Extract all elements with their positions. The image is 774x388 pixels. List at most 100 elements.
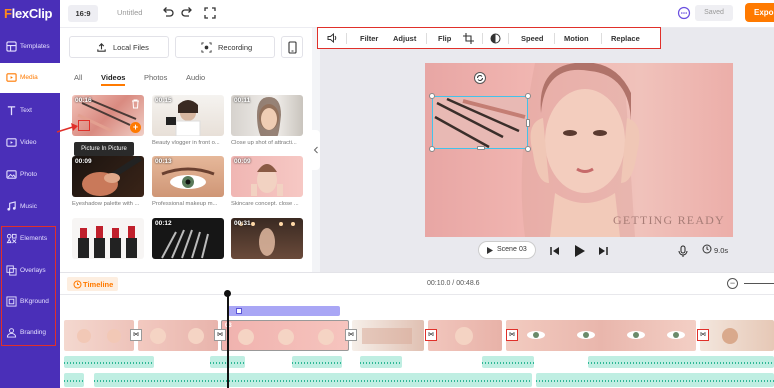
sidebar-item-video[interactable]: Video xyxy=(0,128,60,158)
audio-track[interactable] xyxy=(360,356,402,368)
timeline: Timeline 00:10.0 / 00:48.6 − 03 ⋈ ⋈ ⋈ ⋈ … xyxy=(60,272,774,388)
fullscreen-icon[interactable] xyxy=(203,6,217,20)
skip-back-icon[interactable] xyxy=(549,245,561,257)
toolbar-separator xyxy=(346,33,347,44)
opacity-icon[interactable] xyxy=(490,33,501,44)
video-clip[interactable] xyxy=(428,320,502,351)
aspect-ratio-button[interactable]: 16:9 xyxy=(68,5,98,22)
transition-button[interactable]: ⋈ xyxy=(506,329,518,341)
rotate-icon xyxy=(477,75,483,81)
video-preview[interactable]: GETTING READY xyxy=(425,63,733,237)
media-item[interactable]: 00:12 xyxy=(152,218,224,259)
sidebar-item-templates[interactable]: Templates xyxy=(0,32,60,62)
audio-track[interactable] xyxy=(292,356,342,368)
zoom-slider[interactable] xyxy=(744,283,774,284)
audio-track[interactable] xyxy=(94,373,532,387)
audio-track[interactable] xyxy=(536,373,774,387)
phone-upload-button[interactable] xyxy=(281,36,303,58)
media-item[interactable]: 00:15 xyxy=(152,95,224,136)
rotate-handle[interactable] xyxy=(474,72,486,84)
transition-button[interactable]: ⋈ xyxy=(345,329,357,341)
media-caption: Professional makeup m... xyxy=(152,201,218,207)
video-icon xyxy=(6,138,17,147)
scene-duration: 9.0s xyxy=(714,246,729,255)
media-item[interactable] xyxy=(72,218,144,259)
toolbar-separator xyxy=(426,33,427,44)
top-bar: 16:9 Untitled Saved Expor xyxy=(60,0,774,28)
video-clip[interactable] xyxy=(64,320,134,351)
sidebar-highlight-box xyxy=(1,226,56,346)
volume-icon[interactable] xyxy=(327,33,338,43)
undo-icon[interactable] xyxy=(161,6,175,20)
clip-thumbnail xyxy=(77,329,121,343)
microphone-icon[interactable] xyxy=(677,245,689,257)
zoom-out-button[interactable]: − xyxy=(727,278,738,289)
audio-track[interactable] xyxy=(482,356,534,368)
video-clip[interactable] xyxy=(700,320,774,351)
clip-thumbnail xyxy=(238,329,334,345)
scene-selector[interactable]: Scene 03 xyxy=(478,241,536,259)
resize-handle[interactable] xyxy=(429,146,435,152)
audio-track[interactable] xyxy=(64,373,84,387)
add-icon[interactable]: + xyxy=(130,122,141,133)
audio-track[interactable] xyxy=(64,356,154,368)
sidebar-item-music[interactable]: Music xyxy=(0,192,60,222)
resize-handle[interactable] xyxy=(477,146,485,150)
pip-track-clip[interactable] xyxy=(228,306,340,316)
timeline-ruler xyxy=(60,294,774,295)
video-clip-selected[interactable]: 03 xyxy=(221,320,349,351)
clip-thumbnail xyxy=(527,331,685,339)
export-button[interactable]: Expor xyxy=(745,3,774,22)
sidebar-item-text[interactable]: Text xyxy=(0,96,60,126)
media-item[interactable]: 00:09 xyxy=(72,156,144,197)
flip-button[interactable]: Flip xyxy=(438,34,451,43)
local-files-button[interactable]: Local Files xyxy=(69,36,169,58)
clip-thumbnail xyxy=(455,327,473,345)
video-clip[interactable] xyxy=(352,320,424,351)
tab-audio[interactable]: Audio xyxy=(186,73,205,82)
project-title[interactable]: Untitled xyxy=(117,8,142,17)
speed-button[interactable]: Speed xyxy=(521,34,544,43)
play-icon[interactable] xyxy=(574,245,585,257)
audio-track[interactable] xyxy=(588,356,774,368)
skip-forward-icon[interactable] xyxy=(597,245,609,257)
media-caption: Skincare concept. close ... xyxy=(231,201,299,207)
playhead[interactable] xyxy=(227,293,229,388)
recording-button[interactable]: Recording xyxy=(175,36,275,58)
overlay-text[interactable]: GETTING READY xyxy=(613,213,725,228)
collapse-panel-button[interactable] xyxy=(312,130,320,170)
media-item[interactable]: 00:11 xyxy=(231,95,303,136)
transition-button[interactable]: ⋈ xyxy=(697,329,709,341)
video-clip[interactable] xyxy=(506,320,696,351)
crop-icon[interactable] xyxy=(463,33,474,44)
delete-icon[interactable] xyxy=(131,99,140,109)
pip-overlay[interactable] xyxy=(432,96,528,149)
resize-handle[interactable] xyxy=(429,93,435,99)
filter-button[interactable]: Filter xyxy=(360,34,378,43)
transition-button[interactable]: ⋈ xyxy=(214,329,226,341)
tooltip: Picture In Picture xyxy=(74,142,134,156)
tab-videos[interactable]: Videos xyxy=(101,73,126,86)
resize-handle[interactable] xyxy=(525,93,531,99)
media-item[interactable]: 00:31 xyxy=(231,218,303,259)
transition-button[interactable]: ⋈ xyxy=(425,329,437,341)
resize-handle[interactable] xyxy=(525,146,531,152)
clip-thumbnail xyxy=(150,328,204,344)
resize-handle[interactable] xyxy=(526,119,530,127)
adjust-button[interactable]: Adjust xyxy=(393,34,416,43)
motion-button[interactable]: Motion xyxy=(564,34,589,43)
media-caption: Beauty vlogger in front o... xyxy=(152,140,220,146)
tab-all[interactable]: All xyxy=(74,73,82,82)
replace-button[interactable]: Replace xyxy=(611,34,640,43)
redo-icon[interactable] xyxy=(180,6,194,20)
phone-icon xyxy=(288,41,297,54)
chat-icon[interactable] xyxy=(677,6,691,20)
sidebar-item-media[interactable]: Media xyxy=(0,63,60,93)
video-clip[interactable] xyxy=(138,320,218,351)
transition-button[interactable]: ⋈ xyxy=(130,329,142,341)
media-caption: Eyeshadow palette with ... xyxy=(72,201,140,207)
sidebar-item-photo[interactable]: Photo xyxy=(0,160,60,190)
tab-photos[interactable]: Photos xyxy=(144,73,167,82)
media-item[interactable]: 00:13 xyxy=(152,156,224,197)
media-item[interactable]: 00:09 xyxy=(231,156,303,197)
